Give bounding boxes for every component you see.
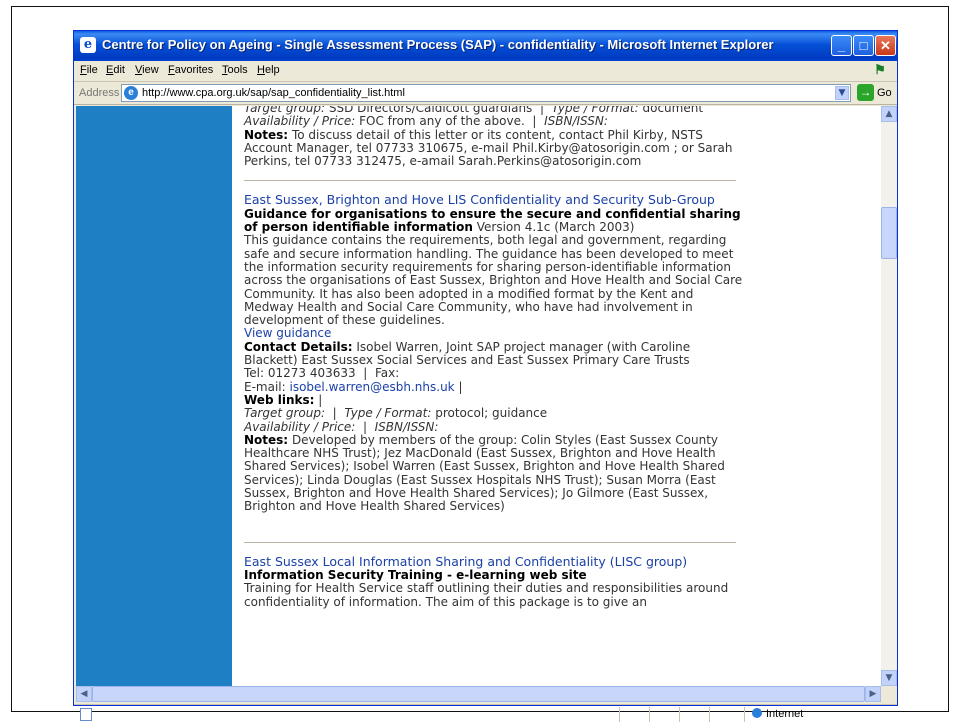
entry-2-description: This guidance contains the requirements,… bbox=[244, 233, 743, 328]
view-guidance-link[interactable]: View guidance bbox=[244, 326, 331, 340]
entry-2-version: Version 4.1c (March 2003) bbox=[476, 220, 635, 235]
browser-window: e Centre for Policy on Ageing - Single A… bbox=[73, 30, 898, 722]
window-title: Centre for Policy on Ageing - Single Ass… bbox=[102, 37, 774, 52]
minimize-button[interactable]: _ bbox=[831, 35, 852, 56]
menu-bar: File Edit View Favorites Tools Help bbox=[74, 61, 897, 82]
menu-view[interactable]: View bbox=[135, 64, 159, 76]
chevron-down-icon[interactable]: ▼ bbox=[835, 86, 849, 100]
globe-icon bbox=[752, 708, 762, 718]
menu-favorites[interactable]: Favorites bbox=[168, 64, 213, 76]
page-status-icon bbox=[80, 708, 92, 721]
status-pane bbox=[649, 707, 650, 722]
status-bar: Internet bbox=[74, 704, 897, 725]
scroll-left-icon[interactable]: ◀ bbox=[76, 686, 92, 702]
site-sidebar bbox=[76, 106, 232, 686]
status-pane bbox=[709, 707, 710, 722]
close-button[interactable]: ✕ bbox=[875, 35, 896, 56]
entry-2-org-link[interactable]: East Sussex, Brighton and Hove LIS Confi… bbox=[244, 192, 715, 207]
entry-1-meta: Target group: SSD Directors/Caldicott gu… bbox=[244, 106, 733, 169]
windows-flag-icon: ⚑ bbox=[874, 62, 886, 77]
page-icon: e bbox=[124, 86, 138, 100]
scroll-down-icon[interactable]: ▼ bbox=[881, 670, 897, 686]
address-input[interactable]: e http://www.cpa.org.uk/sap/sap_confiden… bbox=[121, 84, 851, 102]
scroll-right-icon[interactable]: ▶ bbox=[865, 686, 881, 702]
title-bar[interactable]: e Centre for Policy on Ageing - Single A… bbox=[74, 31, 897, 61]
page-viewport: Target group: SSD Directors/Caldicott gu… bbox=[76, 106, 881, 686]
status-pane bbox=[744, 707, 745, 722]
entry-2-notes: Developed by members of the group: Colin… bbox=[244, 432, 725, 514]
address-url[interactable]: http://www.cpa.org.uk/sap/sap_confidenti… bbox=[142, 87, 405, 99]
go-button[interactable]: Go bbox=[877, 87, 892, 99]
menu-help[interactable]: Help bbox=[257, 64, 280, 76]
go-arrow-icon[interactable]: → bbox=[857, 84, 874, 101]
hscroll-thumb[interactable] bbox=[92, 686, 865, 702]
horizontal-scrollbar[interactable]: ◀ ▶ bbox=[76, 686, 881, 702]
menu-file[interactable]: File bbox=[80, 64, 98, 76]
scroll-up-icon[interactable]: ▲ bbox=[881, 106, 897, 122]
entry-3-org-link[interactable]: East Sussex Local Information Sharing an… bbox=[244, 554, 687, 569]
email-link[interactable]: isobel.warren@esbh.nhs.uk bbox=[290, 380, 455, 394]
security-zone: Internet bbox=[752, 708, 803, 720]
maximize-button[interactable]: □ bbox=[853, 35, 874, 56]
menu-tools[interactable]: Tools bbox=[222, 64, 248, 76]
entry-3-description: Training for Health Service staff outlin… bbox=[244, 581, 729, 609]
divider bbox=[244, 541, 736, 543]
address-bar: Address e http://www.cpa.org.uk/sap/sap_… bbox=[74, 82, 897, 105]
scroll-thumb[interactable] bbox=[881, 207, 897, 259]
vertical-scrollbar[interactable]: ▲ ▼ bbox=[881, 106, 897, 686]
entry-1-notes: To discuss detail of this letter or its … bbox=[244, 127, 733, 169]
entry-3-title: Information Security Training - e-learni… bbox=[244, 567, 587, 582]
address-label: Address bbox=[79, 87, 120, 99]
status-pane bbox=[679, 707, 680, 722]
menu-edit[interactable]: Edit bbox=[106, 64, 125, 76]
divider bbox=[244, 180, 736, 182]
ie-icon: e bbox=[80, 37, 96, 53]
status-pane bbox=[619, 707, 620, 722]
page-content: Target group: SSD Directors/Caldicott gu… bbox=[244, 106, 744, 609]
